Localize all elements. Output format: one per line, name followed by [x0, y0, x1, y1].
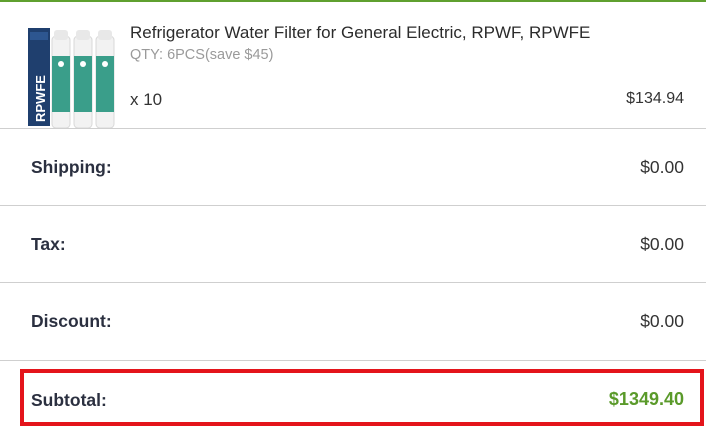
product-title[interactable]: Refrigerator Water Filter for General El… — [130, 23, 590, 43]
cart-item: RPWFE Refrigerator Water Filter for Gene… — [0, 2, 706, 129]
subtotal-label: Subtotal: — [31, 390, 107, 410]
discount-row: Discount: $0.00 — [0, 282, 706, 360]
tax-row: Tax: $0.00 — [0, 205, 706, 282]
product-qty-option: QTY: 6PCS(save $45) — [130, 47, 274, 63]
subtotal-highlight-box — [20, 369, 704, 426]
product-image[interactable]: RPWFE — [28, 26, 124, 129]
shipping-label: Shipping: — [31, 157, 112, 177]
tax-value: $0.00 — [640, 234, 684, 254]
shipping-row: Shipping: $0.00 — [0, 128, 706, 205]
shipping-value: $0.00 — [640, 157, 684, 177]
svg-text:RPWFE: RPWFE — [33, 75, 48, 122]
discount-label: Discount: — [31, 311, 112, 331]
subtotal-value: $1349.40 — [608, 389, 684, 409]
product-price: $134.94 — [626, 90, 684, 107]
tax-label: Tax: — [31, 234, 66, 254]
product-quantity: x 10 — [130, 90, 163, 109]
discount-value: $0.00 — [640, 311, 684, 331]
